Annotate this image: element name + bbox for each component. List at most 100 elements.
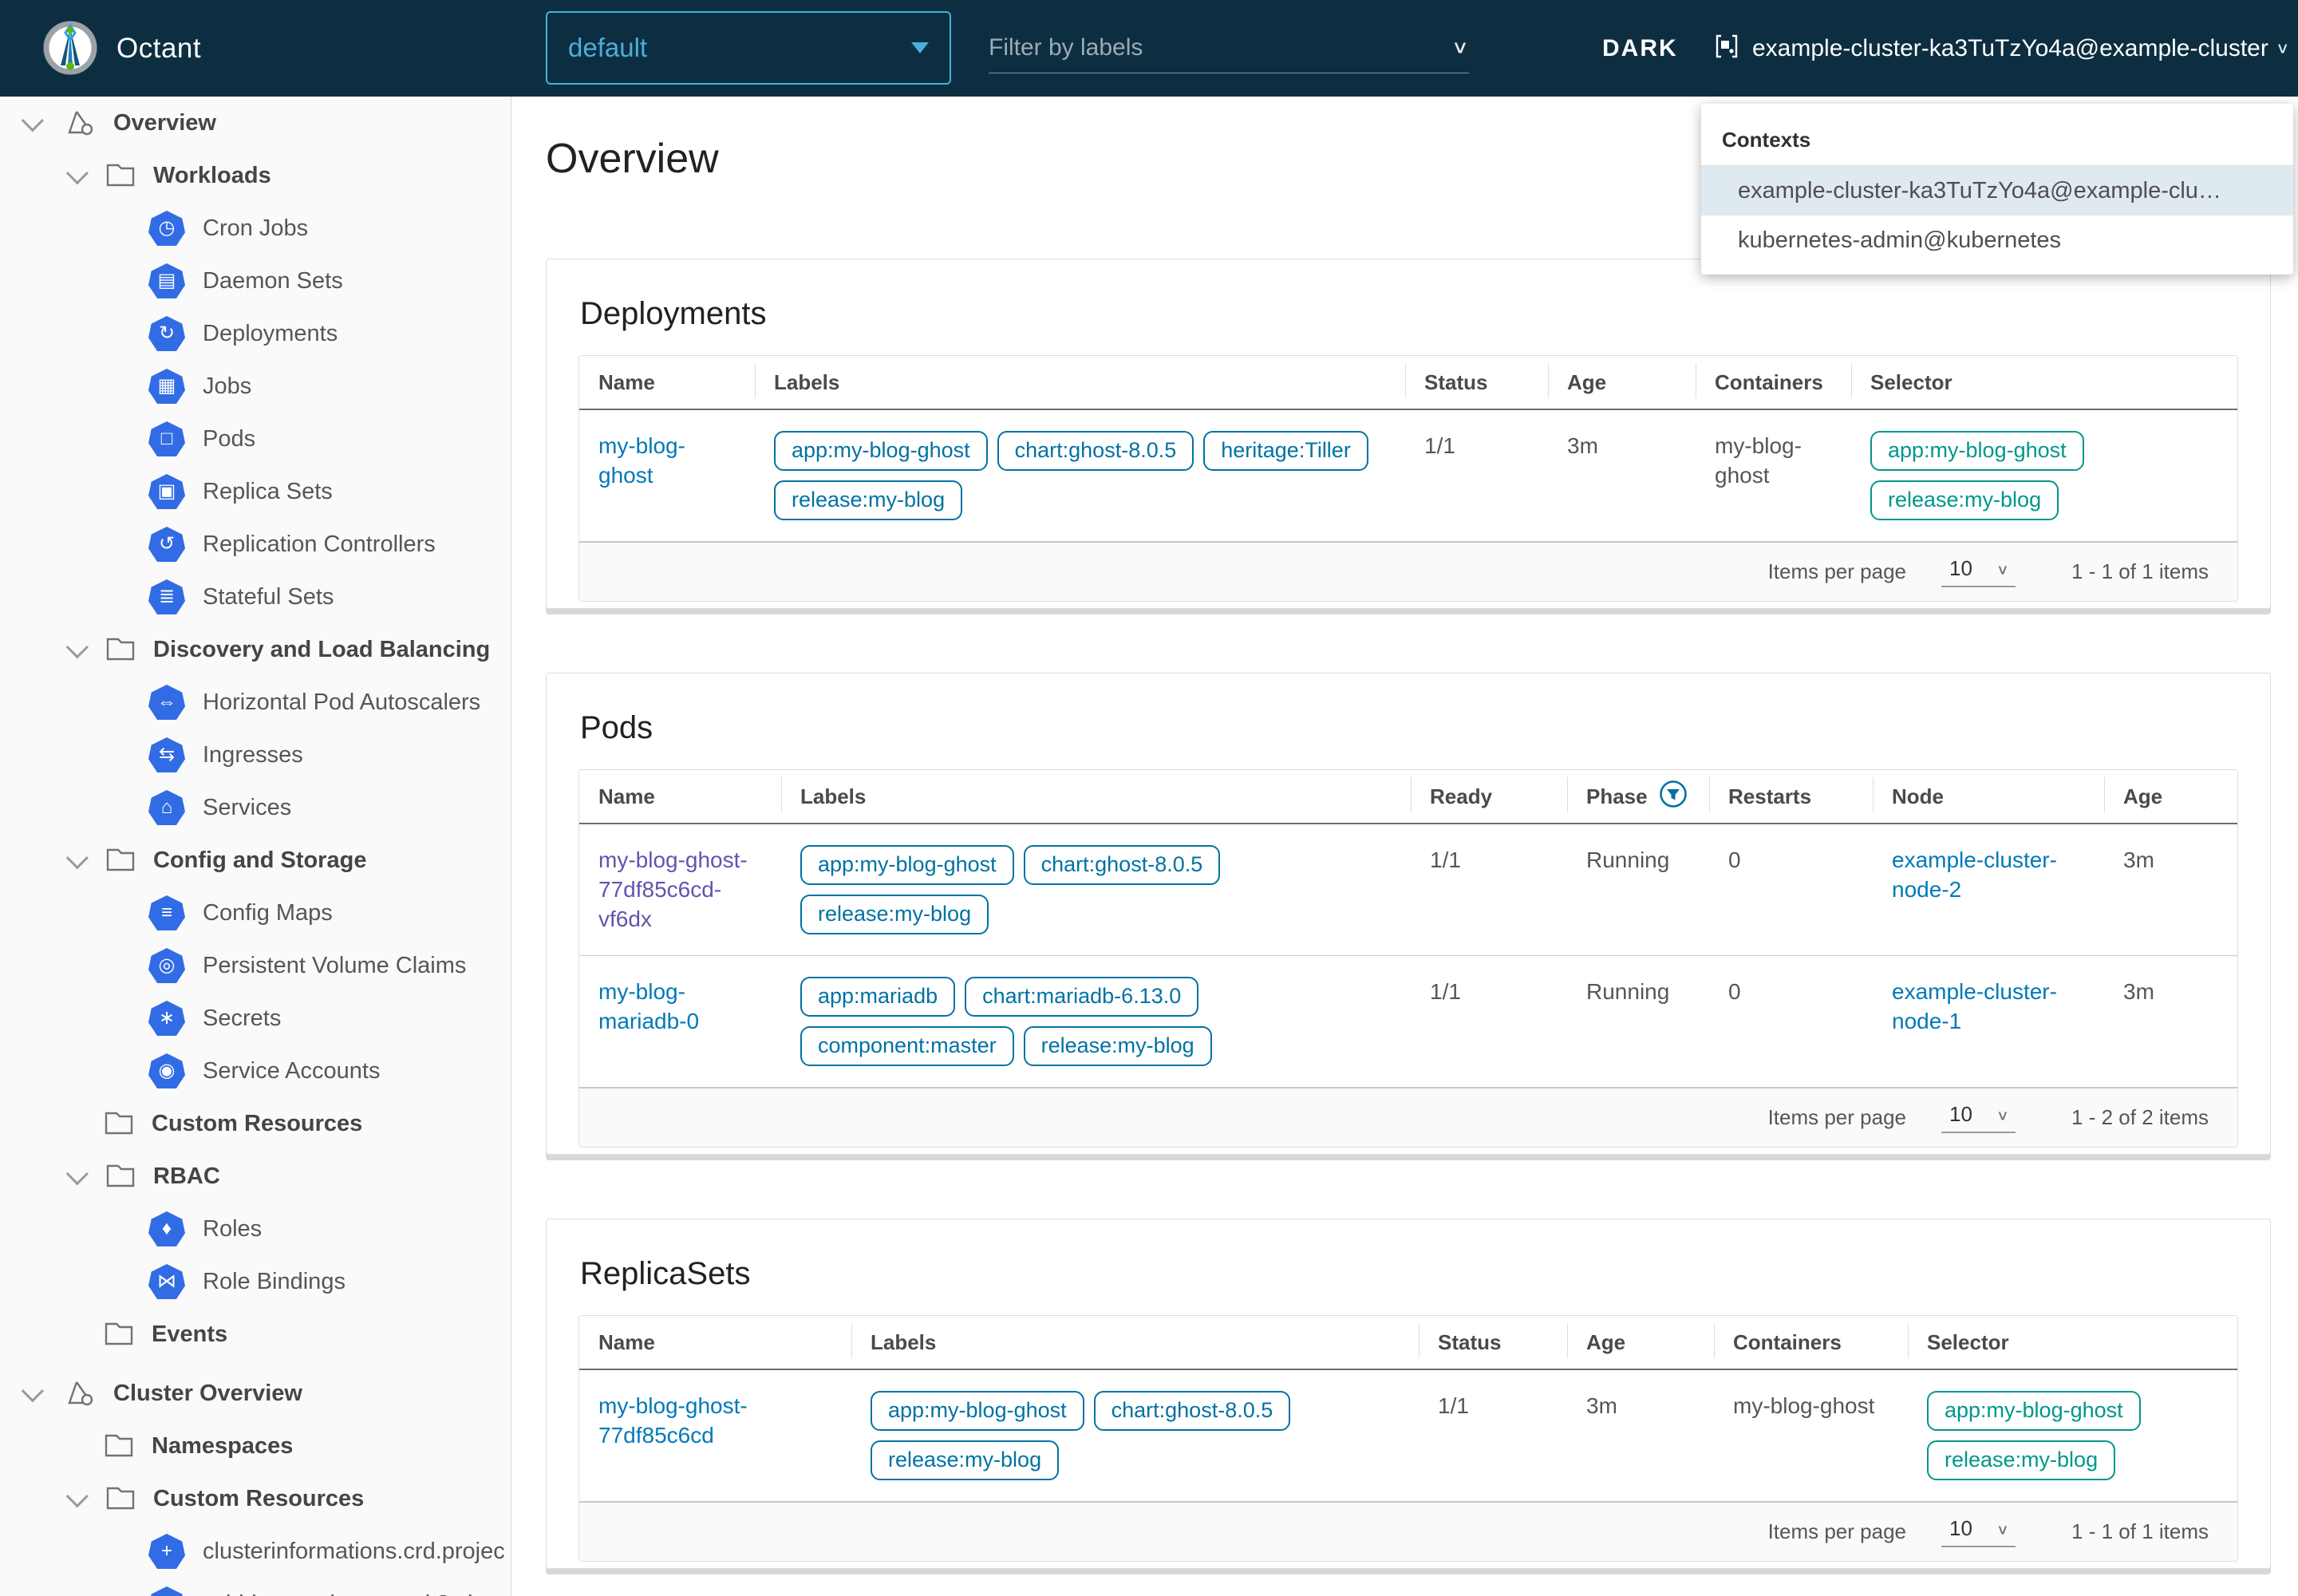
pod-name-link[interactable]: my-blog-mariadb-0 — [598, 979, 699, 1033]
sidebar-item-cluster-overview[interactable]: Cluster Overview — [0, 1367, 511, 1420]
context-selector-button[interactable]: example-cluster-ka3TuTzYo4a@example-clus… — [1714, 0, 2290, 97]
sidebar-item-rbac[interactable]: RBAC — [0, 1150, 511, 1203]
chevron-down-icon[interactable] — [66, 847, 89, 869]
selector-chip[interactable]: app:my-blog-ghost — [1870, 431, 2084, 471]
label-chip[interactable]: chart:ghost-8.0.5 — [997, 431, 1194, 471]
secret-icon: ∗ — [148, 1001, 185, 1036]
items-per-page-select[interactable]: 10 ∨ — [1941, 1102, 2016, 1133]
sidebar-item-csidrivers-crd[interactable]: + csidrivers.csi.storage.k8s.io — [0, 1578, 511, 1596]
chevron-down-icon: ∨ — [1996, 562, 2009, 579]
label-chip[interactable]: release:my-blog — [774, 480, 962, 520]
column-header-age[interactable]: Age — [2104, 770, 2237, 823]
sidebar-item-events[interactable]: Events — [0, 1308, 511, 1361]
sidebar-item-replication-controllers[interactable]: ↺ Replication Controllers — [0, 518, 511, 571]
label-chip[interactable]: app:my-blog-ghost — [871, 1391, 1084, 1431]
column-header-containers[interactable]: Containers — [1696, 356, 1851, 409]
sidebar-item-ingresses[interactable]: ⇆ Ingresses — [0, 729, 511, 781]
label-chip[interactable]: chart:mariadb-6.13.0 — [965, 977, 1198, 1017]
sidebar-item-namespaces[interactable]: Namespaces — [0, 1420, 511, 1472]
pod-icon: □ — [148, 421, 185, 456]
sidebar-item-cluster-custom-resources[interactable]: Custom Resources — [0, 1472, 511, 1525]
sidebar-item-jobs[interactable]: ▦ Jobs — [0, 360, 511, 413]
column-header-ready[interactable]: Ready — [1411, 770, 1567, 823]
sidebar-item-replica-sets[interactable]: ▣ Replica Sets — [0, 465, 511, 518]
column-header-age[interactable]: Age — [1548, 356, 1696, 409]
node-link[interactable]: example-cluster-node-1 — [1892, 979, 2057, 1033]
column-header-labels[interactable]: Labels — [851, 1316, 1419, 1369]
chevron-down-icon: ∨ — [1996, 1522, 2009, 1539]
sidebar-item-config-and-storage[interactable]: Config and Storage — [0, 834, 511, 887]
deployments-card-title: Deployments — [580, 294, 2238, 333]
namespace-dropdown[interactable]: default — [546, 11, 951, 85]
status-value: 1/1 — [1405, 410, 1548, 541]
label-chip[interactable]: app:mariadb — [800, 977, 955, 1017]
selector-chip[interactable]: release:my-blog — [1870, 480, 2059, 520]
label-chip[interactable]: chart:ghost-8.0.5 — [1094, 1391, 1291, 1431]
sidebar-item-persistent-volume-claims[interactable]: ◎ Persistent Volume Claims — [0, 939, 511, 992]
sidebar-item-discovery-load-balancing[interactable]: Discovery and Load Balancing — [0, 623, 511, 676]
context-menu-item[interactable]: kubernetes-admin@kubernetes — [1701, 215, 2293, 265]
node-link[interactable]: example-cluster-node-2 — [1892, 847, 2057, 902]
column-header-labels[interactable]: Labels — [781, 770, 1411, 823]
column-header-node[interactable]: Node — [1873, 770, 2104, 823]
label-chip[interactable]: chart:ghost-8.0.5 — [1024, 845, 1221, 885]
selector-chip[interactable]: release:my-blog — [1927, 1440, 2115, 1480]
column-header-name[interactable]: Name — [579, 356, 755, 409]
chevron-down-icon[interactable] — [66, 1163, 89, 1185]
selector-chip[interactable]: app:my-blog-ghost — [1927, 1391, 2141, 1431]
column-header-selector[interactable]: Selector — [1908, 1316, 2237, 1369]
sidebar-item-services[interactable]: ⌂ Services — [0, 781, 511, 834]
column-header-restarts[interactable]: Restarts — [1709, 770, 1873, 823]
sidebar-item-workloads[interactable]: Workloads — [0, 149, 511, 202]
column-header-containers[interactable]: Containers — [1714, 1316, 1908, 1369]
theme-toggle-button[interactable]: DARK — [1561, 0, 1678, 97]
column-header-status[interactable]: Status — [1419, 1316, 1567, 1369]
context-menu-item-selected[interactable]: example-cluster-ka3TuTzYo4a@example-clu… — [1701, 166, 2293, 215]
deployment-name-link[interactable]: my-blog-ghost — [598, 433, 685, 488]
chevron-down-icon[interactable] — [22, 1380, 44, 1402]
sidebar-item-custom-resources[interactable]: Custom Resources — [0, 1097, 511, 1150]
chevron-down-icon[interactable] — [22, 109, 44, 132]
sidebar-item-secrets[interactable]: ∗ Secrets — [0, 992, 511, 1045]
column-header-selector[interactable]: Selector — [1851, 356, 2237, 409]
sidebar-item-deployments[interactable]: ↻ Deployments — [0, 307, 511, 360]
label-chip[interactable]: app:my-blog-ghost — [774, 431, 988, 471]
sidebar-item-clusterinformations-crd[interactable]: + clusterinformations.crd.projec — [0, 1525, 511, 1578]
sidebar-item-role-bindings[interactable]: ⋈ Role Bindings — [0, 1255, 511, 1308]
items-per-page-select[interactable]: 10 ∨ — [1941, 1516, 2016, 1547]
label-chip[interactable]: heritage:Tiller — [1203, 431, 1368, 471]
sidebar-item-stateful-sets[interactable]: ≣ Stateful Sets — [0, 571, 511, 623]
chevron-down-icon[interactable] — [66, 1485, 89, 1507]
sidebar-item-roles[interactable]: ♦ Roles — [0, 1203, 511, 1255]
label-chip[interactable]: app:my-blog-ghost — [800, 845, 1014, 885]
label-chip[interactable]: release:my-blog — [800, 895, 989, 934]
label-chip[interactable]: release:my-blog — [871, 1440, 1059, 1480]
sidebar-item-cron-jobs[interactable]: ◷ Cron Jobs — [0, 202, 511, 255]
sidebar-item-pods[interactable]: □ Pods — [0, 413, 511, 465]
items-per-page-select[interactable]: 10 ∨ — [1941, 556, 2016, 587]
replicaset-name-link[interactable]: my-blog-ghost-77df85c6cd — [598, 1393, 748, 1448]
sidebar-item-overview[interactable]: Overview — [0, 97, 511, 149]
chevron-down-icon[interactable] — [66, 162, 89, 184]
column-header-labels[interactable]: Labels — [755, 356, 1405, 409]
column-header-phase[interactable]: Phase — [1567, 770, 1709, 823]
label-chip[interactable]: component:master — [800, 1026, 1014, 1066]
chevron-down-icon[interactable] — [66, 636, 89, 658]
column-header-name[interactable]: Name — [579, 770, 781, 823]
pod-name-link[interactable]: my-blog-ghost-77df85c6cd-vf6dx — [598, 847, 748, 931]
sidebar-item-service-accounts[interactable]: ◉ Service Accounts — [0, 1045, 511, 1097]
column-header-status[interactable]: Status — [1405, 356, 1548, 409]
replicasets-card-title: ReplicaSets — [580, 1254, 2238, 1293]
sidebar-item-config-maps[interactable]: ≡ Config Maps — [0, 887, 511, 939]
folder-icon — [104, 1321, 134, 1347]
filter-by-labels-input[interactable]: Filter by labels ∨ — [989, 22, 1469, 73]
sidebar-item-daemon-sets[interactable]: ▤ Daemon Sets — [0, 255, 511, 307]
filter-funnel-icon[interactable] — [1659, 780, 1688, 814]
column-header-age[interactable]: Age — [1567, 1316, 1714, 1369]
folder-icon — [105, 637, 136, 662]
label-chip[interactable]: release:my-blog — [1024, 1026, 1212, 1066]
sidebar-item-horizontal-pod-autoscalers[interactable]: ⇔ Horizontal Pod Autoscalers — [0, 676, 511, 729]
filter-placeholder: Filter by labels — [989, 34, 1143, 61]
pods-table: Name Labels Ready Phase Restarts Nod — [578, 769, 2238, 1148]
column-header-name[interactable]: Name — [579, 1316, 851, 1369]
